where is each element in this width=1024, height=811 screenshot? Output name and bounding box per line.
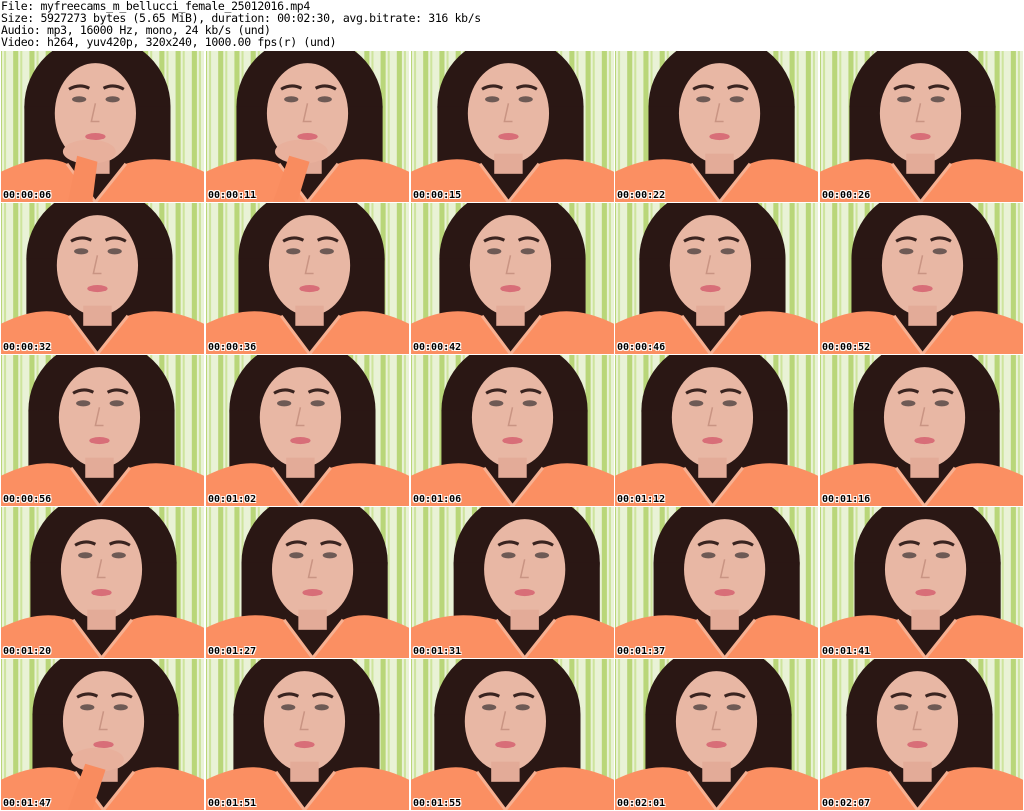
frame-image [206, 355, 409, 506]
frame-timestamp: 00:00:11 [208, 190, 257, 201]
frame-image [1, 203, 204, 354]
frame-timestamp: 00:00:06 [3, 190, 52, 201]
video-frame-thumbnail: 00:00:32 [1, 203, 204, 354]
frame-timestamp: 00:01:37 [617, 646, 666, 657]
frame-image [1, 507, 204, 658]
frame-image [820, 355, 1023, 506]
frame-image [615, 355, 818, 506]
video-info-line: Video: h264, yuv420p, 320x240, 1000.00 f… [1, 35, 337, 49]
frame-image [206, 51, 409, 202]
frame-image [820, 51, 1023, 202]
frame-image [820, 203, 1023, 354]
frame-timestamp: 00:01:16 [822, 494, 871, 505]
video-frame-thumbnail: 00:00:22 [615, 51, 818, 202]
video-frame-thumbnail: 00:00:52 [820, 203, 1023, 354]
video-frame-thumbnail: 00:01:27 [206, 507, 409, 658]
video-frame-thumbnail: 00:01:12 [615, 355, 818, 506]
frame-timestamp: 00:01:27 [208, 646, 257, 657]
frame-image [411, 659, 614, 810]
frame-image [411, 203, 614, 354]
video-frame-thumbnail: 00:02:07 [820, 659, 1023, 810]
frame-timestamp: 00:00:52 [822, 342, 871, 353]
video-frame-thumbnail: 00:01:02 [206, 355, 409, 506]
video-frame-thumbnail: 00:00:42 [411, 203, 614, 354]
video-frame-thumbnail: 00:01:20 [1, 507, 204, 658]
video-frame-thumbnail: 00:02:01 [615, 659, 818, 810]
frame-image [1, 659, 204, 810]
video-frame-thumbnail: 00:01:31 [411, 507, 614, 658]
frame-timestamp: 00:02:07 [822, 798, 871, 809]
frame-image [411, 507, 614, 658]
video-frame-thumbnail: 00:01:37 [615, 507, 818, 658]
video-frame-thumbnail: 00:01:06 [411, 355, 614, 506]
frame-timestamp: 00:01:55 [413, 798, 462, 809]
frame-image [615, 507, 818, 658]
frame-image [411, 355, 614, 506]
video-frame-thumbnail: 00:00:15 [411, 51, 614, 202]
frame-timestamp: 00:00:56 [3, 494, 52, 505]
frame-timestamp: 00:01:47 [3, 798, 52, 809]
frame-timestamp: 00:02:01 [617, 798, 666, 809]
frame-timestamp: 00:00:15 [413, 190, 462, 201]
frame-image [1, 355, 204, 506]
frame-image [411, 51, 614, 202]
frame-timestamp: 00:01:02 [208, 494, 257, 505]
frame-image [615, 203, 818, 354]
frame-timestamp: 00:00:36 [208, 342, 257, 353]
video-frame-thumbnail: 00:00:46 [615, 203, 818, 354]
video-frame-thumbnail: 00:00:26 [820, 51, 1023, 202]
video-frame-thumbnail: 00:00:36 [206, 203, 409, 354]
video-frame-thumbnail: 00:01:47 [1, 659, 204, 810]
frame-image [206, 507, 409, 658]
frame-image [206, 203, 409, 354]
frame-timestamp: 00:01:12 [617, 494, 666, 505]
frame-timestamp: 00:01:31 [413, 646, 462, 657]
frame-timestamp: 00:01:51 [208, 798, 257, 809]
frame-image [615, 51, 818, 202]
video-frame-thumbnail: 00:01:51 [206, 659, 409, 810]
thumbnail-grid: 00:00:06 00:00:11 00:00:15 00:00:22 00:00:26… [0, 51, 1024, 811]
frame-timestamp: 00:01:06 [413, 494, 462, 505]
frame-timestamp: 00:00:22 [617, 190, 666, 201]
video-frame-thumbnail: 00:01:16 [820, 355, 1023, 506]
frame-image [1, 51, 204, 202]
frame-timestamp: 00:00:26 [822, 190, 871, 201]
video-frame-thumbnail: 00:01:55 [411, 659, 614, 810]
video-info-header: File: myfreecams_m_bellucci_female_25012… [0, 0, 1024, 50]
frame-image [820, 659, 1023, 810]
video-frame-thumbnail: 00:00:11 [206, 51, 409, 202]
video-frame-thumbnail: 00:00:06 [1, 51, 204, 202]
video-frame-thumbnail: 00:00:56 [1, 355, 204, 506]
frame-timestamp: 00:00:42 [413, 342, 462, 353]
frame-image [206, 659, 409, 810]
video-frame-thumbnail: 00:01:41 [820, 507, 1023, 658]
frame-timestamp: 00:00:32 [3, 342, 52, 353]
frame-image [615, 659, 818, 810]
frame-timestamp: 00:00:46 [617, 342, 666, 353]
frame-timestamp: 00:01:20 [3, 646, 52, 657]
frame-image [820, 507, 1023, 658]
frame-timestamp: 00:01:41 [822, 646, 871, 657]
